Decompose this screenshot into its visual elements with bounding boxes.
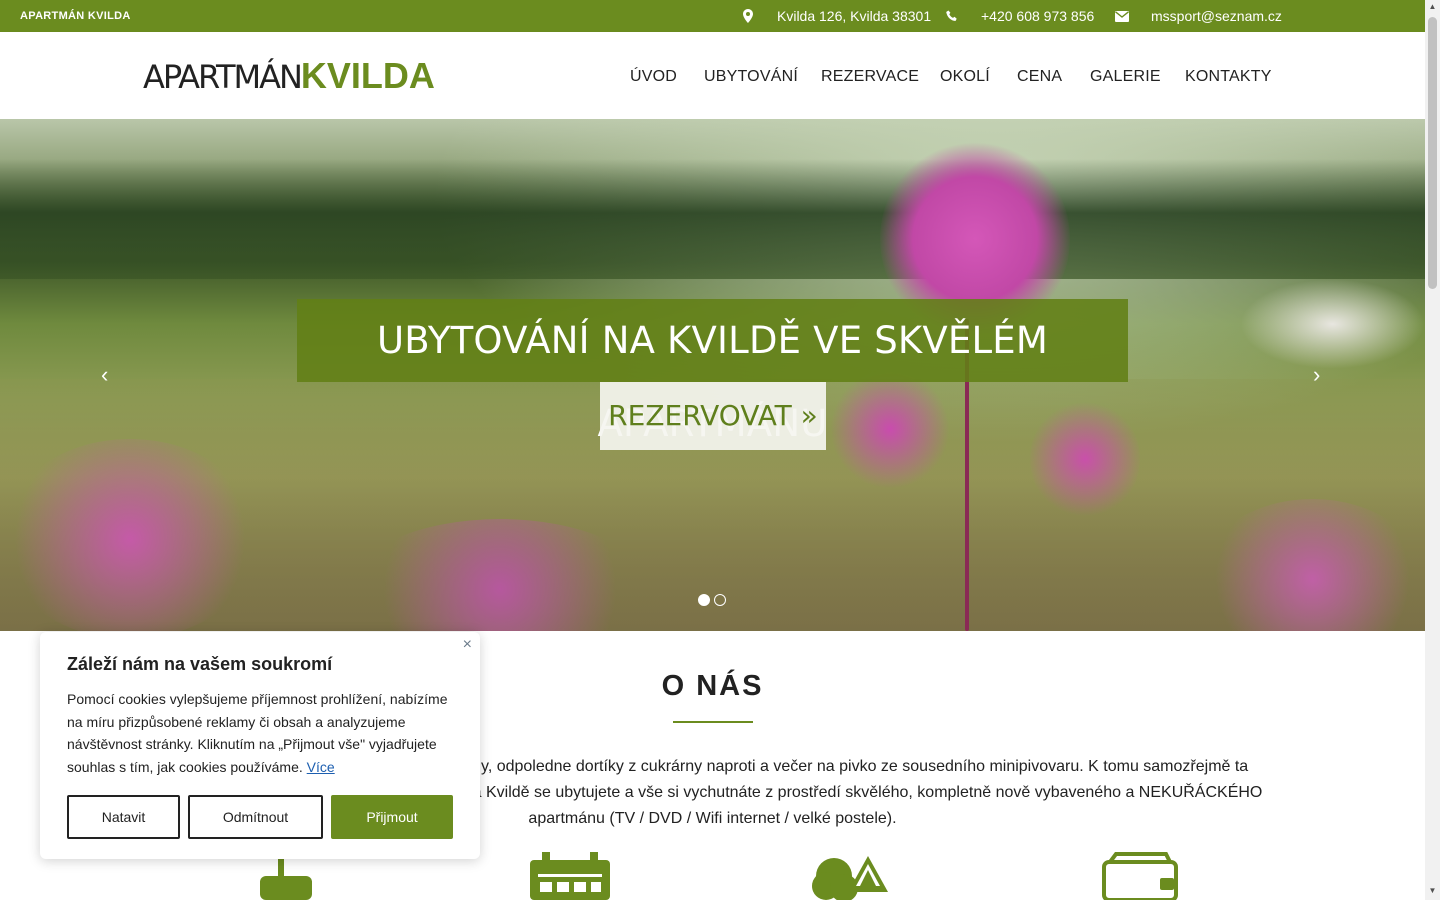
- top-bar: APARTMÁN KVILDA Kvilda 126, Kvilda 38301…: [0, 0, 1425, 32]
- calendar-icon: [530, 852, 610, 900]
- about-divider: [673, 721, 753, 723]
- top-bar-brand: APARTMÁN KVILDA: [20, 10, 131, 22]
- wallet-icon: [1102, 852, 1178, 900]
- email-contact[interactable]: mssport@seznam.cz: [1115, 8, 1282, 24]
- phone-text[interactable]: +420 608 973 856: [981, 8, 1094, 24]
- page-scrollbar[interactable]: ▲ ▼: [1425, 0, 1440, 900]
- nav-item-kontakty[interactable]: KONTAKTY: [1185, 68, 1272, 86]
- reserve-button[interactable]: REZERVOVAT »: [600, 382, 826, 450]
- address-contact: Kvilda 126, Kvilda 38301: [741, 8, 931, 24]
- close-icon[interactable]: ×: [463, 636, 472, 654]
- suitcase-icon: [260, 856, 312, 900]
- site-header: APARTMÁNKVILDA ÚVOD UBYTOVÁNÍ REZERVACE …: [0, 32, 1425, 119]
- email-text[interactable]: mssport@seznam.cz: [1151, 8, 1282, 24]
- cookie-settings-button[interactable]: Natavit: [67, 795, 180, 839]
- address-text: Kvilda 126, Kvilda 38301: [777, 8, 932, 24]
- slider-next-icon[interactable]: ›: [1313, 364, 1320, 386]
- main-nav: ÚVOD UBYTOVÁNÍ REZERVACE OKOLÍ CENA GALE…: [0, 68, 1425, 88]
- flower-cluster: [0, 439, 260, 631]
- nav-item-uvod[interactable]: ÚVOD: [630, 68, 677, 86]
- hero-title: UBYTOVÁNÍ NA KVILDĚ VE SKVĚLÉM APARTMÁNU: [297, 299, 1128, 445]
- cookie-consent-dialog: × Záleží nám na vašem soukromí Pomocí co…: [40, 632, 480, 859]
- slider-dots: [698, 594, 726, 606]
- cookie-body: Pomocí cookies vylepšujeme příjemnost pr…: [67, 691, 448, 776]
- nav-item-cena[interactable]: CENA: [1017, 68, 1062, 86]
- slider-dot-1[interactable]: [698, 594, 710, 606]
- scrollbar-thumb[interactable]: [1428, 17, 1437, 289]
- scroll-up-icon[interactable]: ▲: [1428, 2, 1437, 12]
- nav-item-okoli[interactable]: OKOLÍ: [940, 68, 990, 86]
- nav-item-ubytovani[interactable]: UBYTOVÁNÍ: [704, 68, 798, 86]
- nav-item-rezervace[interactable]: REZERVACE: [821, 68, 919, 86]
- slider-dot-2[interactable]: [714, 594, 726, 606]
- cookie-text: Pomocí cookies vylepšujeme příjemnost pr…: [67, 688, 457, 779]
- phone-icon: [945, 9, 959, 23]
- flower-cluster: [830, 369, 950, 489]
- phone-contact[interactable]: +420 608 973 856: [945, 8, 1094, 24]
- slider-prev-icon[interactable]: ‹: [101, 364, 108, 386]
- building: [1240, 279, 1425, 369]
- hero-treeline: [0, 159, 1425, 279]
- cookie-accept-button[interactable]: Přijmout: [331, 795, 453, 839]
- cookie-reject-button[interactable]: Odmítnout: [188, 795, 323, 839]
- trees-icon: [812, 856, 888, 900]
- envelope-icon: [1115, 9, 1129, 23]
- cookie-more-link[interactable]: Více: [307, 759, 335, 775]
- cookie-title: Záleží nám na vašem soukromí: [67, 654, 333, 674]
- hero-slider: UBYTOVÁNÍ NA KVILDĚ VE SKVĚLÉM APARTMÁNU…: [0, 119, 1425, 631]
- scroll-down-icon[interactable]: ▼: [1428, 886, 1437, 896]
- flower-cluster: [1030, 399, 1140, 519]
- map-marker-icon: [741, 9, 755, 23]
- nav-item-galerie[interactable]: GALERIE: [1090, 68, 1161, 86]
